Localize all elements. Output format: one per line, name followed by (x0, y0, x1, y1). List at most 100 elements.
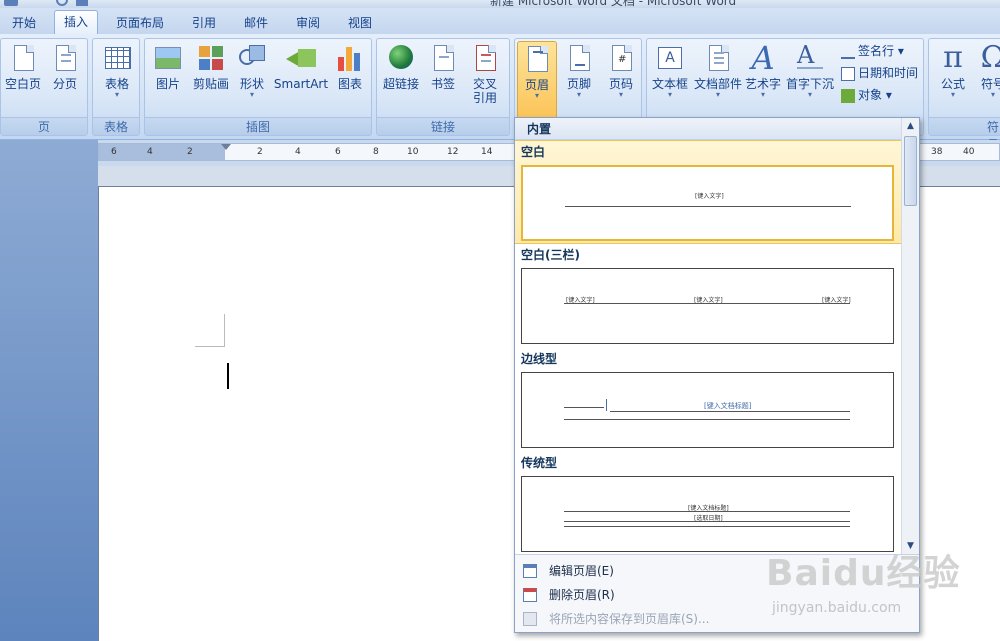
group-symbols: π 公式 ▾ Ω 符号 ▾ 符号 (928, 38, 1000, 152)
chevron-down-icon: ▾ (807, 90, 812, 99)
quick-parts-icon (703, 43, 733, 73)
dropcap-button[interactable]: A 首字下沉 ▾ (785, 41, 835, 115)
cross-reference-icon (470, 43, 500, 73)
chevron-down-icon: ▾ (249, 90, 254, 99)
page-break-button[interactable]: 分页 (45, 41, 85, 115)
group-label-tables: 表格 (93, 117, 139, 135)
scroll-up-icon[interactable]: ▲ (902, 118, 919, 134)
office-button-icon[interactable] (4, 0, 18, 6)
header-preview: [键入文字] (521, 165, 894, 241)
header-option-blank[interactable]: 空白 [键入文字] (515, 140, 901, 244)
chart-button[interactable]: 图表 (331, 41, 369, 115)
clipart-button[interactable]: 剪贴画 (189, 41, 233, 115)
blank-page-icon (8, 43, 38, 73)
tab-insert[interactable]: 插入 (54, 10, 98, 35)
tab-mailings[interactable]: 邮件 (234, 12, 278, 34)
wordart-icon: A (751, 39, 775, 77)
group-label-symbols: 符号 (929, 117, 1000, 152)
chart-icon (335, 43, 365, 73)
chevron-down-icon: ▾ (760, 90, 765, 99)
bookmark-button[interactable]: 书签 (425, 41, 461, 115)
equation-button[interactable]: π 公式 ▾ (933, 41, 973, 115)
header-preview: [键入文档标题] (521, 372, 894, 448)
scroll-thumb[interactable] (904, 136, 917, 206)
indent-marker[interactable] (221, 144, 231, 160)
table-icon (102, 43, 132, 73)
signature-icon (841, 45, 855, 59)
save-to-gallery-icon (523, 612, 537, 626)
clipart-icon (196, 43, 226, 73)
wordart-button[interactable]: A 艺术字 ▾ (745, 41, 781, 115)
bookmark-icon (428, 43, 458, 73)
pi-icon: π (943, 40, 963, 75)
globe-icon (386, 43, 416, 73)
header-button[interactable]: 页眉 ▾ (517, 41, 557, 121)
gallery-scrollbar[interactable]: ▲ ▼ (901, 118, 919, 554)
group-label-pages: 页 (1, 117, 87, 135)
shapes-icon (237, 43, 267, 73)
picture-button[interactable]: 图片 (149, 41, 187, 115)
header-option-sideline[interactable]: 边线型 [键入文档标题] (515, 348, 901, 452)
dropcap-icon: A (795, 43, 825, 73)
textbox-button[interactable]: A 文本框 ▾ (649, 41, 691, 115)
header-gallery-list: 空白 [键入文字] 空白(三栏) [键入文字] [键入文字] [键入文字] 边线… (515, 140, 901, 554)
window-title: 新建 Microsoft Word 文档 - Microsoft Word (490, 0, 737, 8)
blank-page-button[interactable]: 空白页 (3, 41, 43, 115)
group-pages: 空白页 分页 页 (0, 38, 88, 136)
object-icon (841, 88, 855, 103)
shapes-button[interactable]: 形状 ▾ (235, 41, 269, 115)
tab-page-layout[interactable]: 页面布局 (110, 12, 170, 34)
margin-corner-mark (195, 314, 225, 347)
watermark: Baidu经验 jingyan.baidu.com (760, 540, 1000, 640)
date-time-button[interactable]: 日期和时间 (841, 63, 918, 83)
cross-reference-button[interactable]: 交叉 引用 (463, 41, 507, 115)
chevron-down-icon: ▾ (618, 90, 623, 99)
gallery-section-title: 内置 (515, 118, 901, 140)
header-preview: [键入文字] [键入文字] [键入文字] (521, 268, 894, 344)
quick-parts-button[interactable]: 文档部件 ▾ (693, 41, 743, 115)
left-pane (0, 140, 98, 641)
chevron-down-icon: ▾ (534, 91, 539, 100)
header-option-blank-three-column[interactable]: 空白(三栏) [键入文字] [键入文字] [键入文字] (515, 244, 901, 348)
smartart-icon (286, 43, 316, 73)
chevron-down-icon: ▾ (990, 90, 995, 99)
textbox-icon: A (655, 43, 685, 73)
group-label-links: 链接 (377, 117, 509, 135)
calendar-icon (841, 66, 855, 81)
watermark-brand: Baidu经验 (766, 553, 961, 594)
table-button[interactable]: 表格 ▾ (95, 41, 139, 115)
chevron-down-icon: ▾ (114, 90, 119, 99)
chevron-down-icon: ▾ (576, 90, 581, 99)
hyperlink-button[interactable]: 超链接 (379, 41, 423, 115)
header-option-traditional[interactable]: 传统型 [键入文档标题] [选取日期] (515, 452, 901, 554)
omega-icon: Ω (980, 40, 1000, 75)
footer-button[interactable]: 页脚 ▾ (559, 41, 599, 115)
symbol-button[interactable]: Ω 符号 ▾ (975, 41, 1000, 115)
text-cursor (227, 363, 229, 389)
signature-line-button[interactable]: 签名行 ▾ (841, 41, 904, 61)
group-illustrations: 图片 剪贴画 形状 ▾ SmartArt 图表 插图 (144, 38, 372, 136)
remove-header-icon (523, 588, 537, 602)
ribbon-tabs: 开始 插入 页面布局 引用 邮件 审阅 视图 (0, 8, 1000, 35)
tab-home[interactable]: 开始 (2, 12, 46, 34)
page-number-icon: # (606, 43, 636, 73)
object-button[interactable]: 对象 ▾ (841, 85, 892, 105)
tab-review[interactable]: 审阅 (286, 12, 330, 34)
smartart-button[interactable]: SmartArt (273, 41, 329, 115)
page-break-icon (50, 43, 80, 73)
page-number-button[interactable]: # 页码 ▾ (601, 41, 641, 115)
group-links: 超链接 书签 交叉 引用 链接 (376, 38, 510, 136)
chevron-down-icon: ▾ (715, 90, 720, 99)
title-bar: 新建 Microsoft Word 文档 - Microsoft Word (0, 0, 1000, 8)
group-label-illustrations: 插图 (145, 117, 371, 135)
footer-icon (564, 43, 594, 73)
header-icon (522, 44, 552, 74)
picture-icon (153, 43, 183, 73)
undo-icon[interactable] (56, 0, 68, 6)
chevron-down-icon: ▾ (667, 90, 672, 99)
quick-access-icon[interactable] (76, 0, 88, 6)
tab-view[interactable]: 视图 (338, 12, 382, 34)
group-tables: 表格 ▾ 表格 (92, 38, 140, 136)
edit-header-icon (523, 564, 537, 578)
tab-references[interactable]: 引用 (182, 12, 226, 34)
